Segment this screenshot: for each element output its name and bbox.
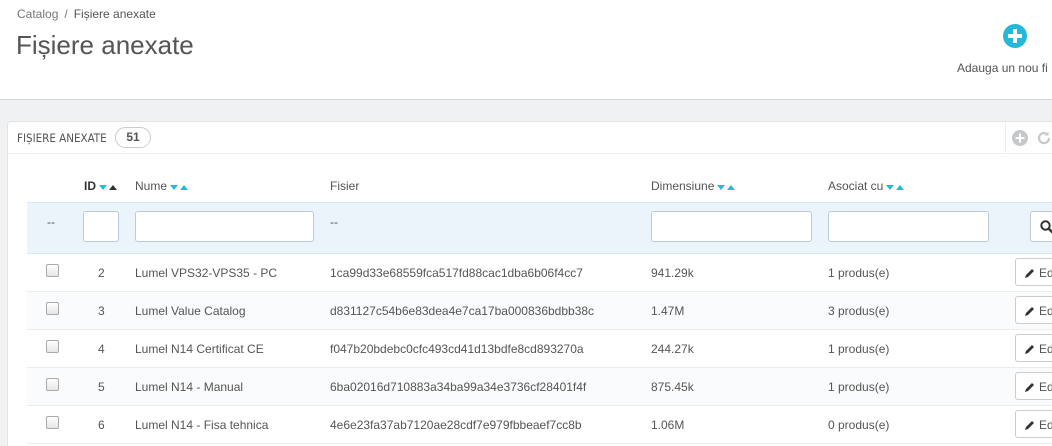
refresh-icon[interactable] bbox=[1036, 130, 1052, 146]
row-file: 1ca99d33e68559fca517fd88cac1dba6b06f4cc7 bbox=[330, 266, 583, 280]
sort-asc-icon[interactable] bbox=[180, 185, 189, 191]
row-size: 1.06M bbox=[651, 418, 685, 432]
column-header-name[interactable]: Nume bbox=[135, 179, 189, 194]
edit-button-label: Ed bbox=[1039, 266, 1052, 280]
row-id: 5 bbox=[98, 380, 105, 394]
filter-name-input[interactable] bbox=[135, 211, 314, 242]
add-circle-icon[interactable] bbox=[1012, 130, 1028, 146]
table-row[interactable]: 4 Lumel N14 Certificat CE f047b20bdebc0c… bbox=[27, 330, 1052, 368]
panel-heading-actions bbox=[1005, 122, 1052, 154]
count-badge: 51 bbox=[115, 127, 151, 148]
row-id: 4 bbox=[98, 342, 105, 356]
row-associated: 1 produs(e) bbox=[828, 266, 890, 280]
attachments-panel: FIȘIERE ANEXATE 51 ID Nume Fisier Dimens… bbox=[7, 121, 1052, 446]
edit-button[interactable]: Ed bbox=[1015, 334, 1052, 362]
sort-desc-icon[interactable] bbox=[717, 185, 726, 191]
row-size: 875.45k bbox=[651, 380, 694, 394]
row-size: 244.27k bbox=[651, 342, 694, 356]
row-id: 2 bbox=[98, 266, 105, 280]
breadcrumb-catalog-link[interactable]: Catalog bbox=[17, 7, 58, 21]
row-name: Lumel N14 - Fisa tehnica bbox=[135, 418, 269, 432]
row-checkbox[interactable] bbox=[46, 340, 59, 353]
pencil-icon bbox=[1025, 421, 1034, 430]
pencil-icon bbox=[1025, 383, 1034, 392]
row-checkbox[interactable] bbox=[46, 302, 59, 315]
filter-associated-input[interactable] bbox=[828, 211, 989, 242]
row-file: 4e6e23fa37ab7120ae28cdf7e979fbbeaef7cc8b bbox=[330, 418, 582, 432]
column-header-id-label: ID bbox=[84, 179, 96, 193]
filter-id-input[interactable] bbox=[83, 211, 119, 242]
row-associated: 0 produs(e) bbox=[828, 418, 890, 432]
row-associated: 1 produs(e) bbox=[828, 342, 890, 356]
breadcrumb-current: Fișiere anexate bbox=[73, 7, 156, 21]
edit-button-label: Ed bbox=[1039, 304, 1052, 318]
search-icon bbox=[1040, 220, 1052, 234]
column-header-size[interactable]: Dimensiune bbox=[651, 179, 736, 194]
edit-button[interactable]: Ed bbox=[1015, 258, 1052, 286]
panel-heading: FIȘIERE ANEXATE 51 bbox=[8, 122, 1052, 154]
table-row[interactable]: 2 Lumel VPS32-VPS35 - PC 1ca99d33e68559f… bbox=[27, 254, 1052, 292]
column-header-associated-label: Asociat cu bbox=[828, 179, 884, 193]
table-row[interactable]: 5 Lumel N14 - Manual 6ba02016d710883a34b… bbox=[27, 368, 1052, 406]
row-file: f047b20bdebc0cfc493cd41d13bdfe8cd893270a bbox=[330, 342, 584, 356]
column-header-associated[interactable]: Asociat cu bbox=[828, 179, 905, 194]
edit-button[interactable]: Ed bbox=[1015, 410, 1052, 438]
filter-size-input[interactable] bbox=[651, 211, 812, 242]
row-name: Lumel Value Catalog bbox=[135, 304, 246, 318]
column-header-name-label: Nume bbox=[135, 179, 168, 193]
pencil-icon bbox=[1025, 269, 1034, 278]
row-id: 3 bbox=[98, 304, 105, 318]
row-checkbox[interactable] bbox=[46, 264, 59, 277]
row-associated: 3 produs(e) bbox=[828, 304, 890, 318]
column-header-id[interactable]: ID bbox=[84, 179, 117, 194]
page-title: Fișiere anexate bbox=[16, 30, 194, 60]
add-new-file-button[interactable]: Adauga un nou fi bbox=[956, 24, 1052, 84]
pencil-icon bbox=[1025, 307, 1034, 316]
row-file: 6ba02016d710883a34ba99a34e3736cf28401f4f bbox=[330, 380, 587, 394]
plus-circle-icon bbox=[1003, 24, 1027, 48]
column-header-size-label: Dimensiune bbox=[651, 179, 715, 193]
search-button[interactable] bbox=[1030, 211, 1052, 242]
filter-file-placeholder: -- bbox=[330, 215, 338, 229]
breadcrumb-separator: / bbox=[64, 7, 68, 21]
row-name: Lumel N14 - Manual bbox=[135, 380, 244, 394]
filter-select-placeholder: -- bbox=[47, 215, 55, 229]
pencil-icon bbox=[1025, 345, 1034, 354]
add-new-file-label: Adauga un nou fi bbox=[957, 61, 1048, 75]
column-header-file: Fisier bbox=[330, 179, 359, 193]
sort-asc-icon[interactable] bbox=[109, 185, 117, 191]
filter-row: -- -- bbox=[27, 202, 1052, 254]
edit-button[interactable]: Ed bbox=[1015, 372, 1052, 400]
row-size: 1.47M bbox=[651, 304, 685, 318]
row-name: Lumel N14 Certificat CE bbox=[135, 342, 264, 356]
page-header: Catalog / Fișiere anexate Fișiere anexate … bbox=[0, 0, 1052, 100]
row-size: 941.29k bbox=[651, 266, 694, 280]
row-id: 6 bbox=[98, 418, 105, 432]
sort-asc-icon[interactable] bbox=[727, 185, 736, 191]
edit-button-label: Ed bbox=[1039, 380, 1052, 394]
row-checkbox[interactable] bbox=[46, 416, 59, 429]
sort-asc-icon[interactable] bbox=[896, 185, 905, 191]
breadcrumb: Catalog / Fișiere anexate bbox=[17, 7, 156, 21]
column-header-file-label: Fisier bbox=[330, 179, 360, 193]
edit-button[interactable]: Ed bbox=[1015, 296, 1052, 324]
row-associated: 1 produs(e) bbox=[828, 380, 890, 394]
sort-desc-icon[interactable] bbox=[886, 185, 895, 191]
row-checkbox[interactable] bbox=[46, 378, 59, 391]
row-name: Lumel VPS32-VPS35 - PC bbox=[135, 266, 278, 280]
row-file: d831127c54b6e83dea4e7ca17ba000836bdbb38c bbox=[330, 304, 595, 318]
edit-button-label: Ed bbox=[1039, 342, 1052, 356]
edit-button-label: Ed bbox=[1039, 418, 1052, 432]
table-row[interactable]: 6 Lumel N14 - Fisa tehnica 4e6e23fa37ab7… bbox=[27, 406, 1052, 444]
table-row[interactable]: 3 Lumel Value Catalog d831127c54b6e83dea… bbox=[27, 292, 1052, 330]
sort-desc-icon[interactable] bbox=[99, 185, 107, 191]
panel-title: FIȘIERE ANEXATE bbox=[17, 131, 107, 145]
sort-desc-icon[interactable] bbox=[170, 185, 179, 191]
